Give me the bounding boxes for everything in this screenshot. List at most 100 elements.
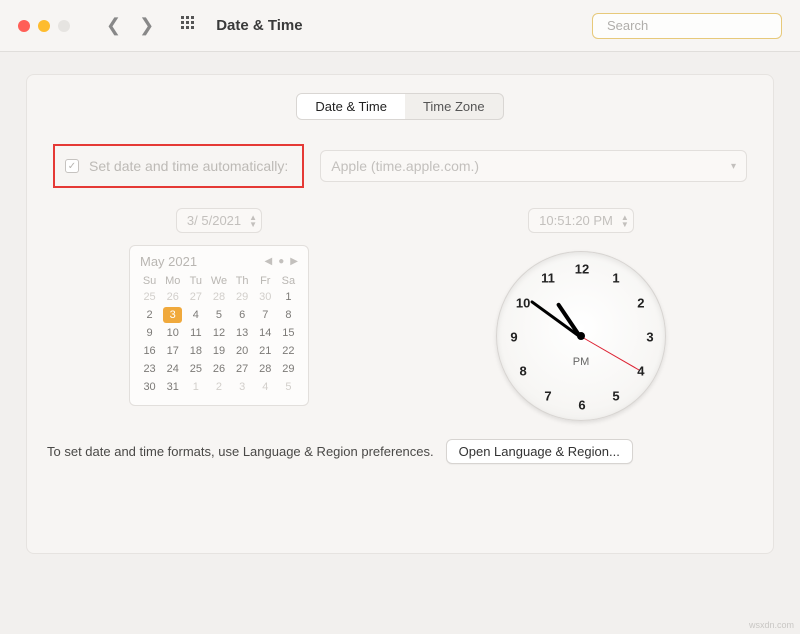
clock-number: 6 (578, 398, 585, 413)
cal-day[interactable]: 20 (233, 343, 252, 359)
time-server-dropdown[interactable]: Apple (time.apple.com.) ▾ (320, 150, 747, 182)
forward-button[interactable]: ❯ (139, 15, 154, 36)
cal-today-icon[interactable]: ● (278, 256, 284, 267)
clock-number: 10 (516, 296, 530, 311)
cal-day[interactable]: 4 (186, 307, 205, 323)
analog-clock: PM 121234567891011 (496, 251, 666, 421)
cal-prev-icon[interactable]: ◀ (265, 256, 273, 267)
chevron-down-icon: ▾ (731, 161, 736, 172)
cal-day[interactable]: 15 (279, 325, 298, 341)
cal-day[interactable]: 2 (140, 307, 159, 323)
cal-day[interactable]: 28 (209, 289, 228, 305)
cal-dow: Su (140, 275, 159, 287)
watermark: wsxdn.com (749, 620, 794, 630)
cal-day[interactable]: 11 (186, 325, 205, 341)
tab-group: Date & Time Time Zone (296, 93, 503, 120)
clock-number: 11 (541, 271, 555, 286)
window-title: Date & Time (216, 17, 302, 34)
cal-next-icon[interactable]: ▶ (290, 256, 298, 267)
tab-date-time[interactable]: Date & Time (297, 94, 405, 119)
cal-day[interactable]: 17 (163, 343, 182, 359)
cal-dow: We (209, 275, 228, 287)
window-controls (18, 20, 70, 32)
cal-day[interactable]: 10 (163, 325, 182, 341)
titlebar: ❮ ❯ Date & Time (0, 0, 800, 52)
clock-number: 9 (510, 330, 517, 345)
search-input[interactable] (607, 18, 783, 33)
cal-day[interactable]: 13 (233, 325, 252, 341)
cal-day[interactable]: 28 (256, 361, 275, 377)
close-button[interactable] (18, 20, 30, 32)
cal-day[interactable]: 1 (279, 289, 298, 305)
clock-pin (577, 332, 585, 340)
clock-number: 7 (544, 388, 551, 403)
cal-day[interactable]: 5 (279, 379, 298, 395)
cal-day[interactable]: 3 (163, 307, 182, 323)
calendar-title: May 2021 (140, 254, 197, 269)
stepper-arrows[interactable]: ▲▼ (621, 214, 629, 228)
tab-time-zone[interactable]: Time Zone (405, 94, 503, 119)
cal-day[interactable]: 1 (186, 379, 205, 395)
cal-day[interactable]: 27 (233, 361, 252, 377)
clock-number: 8 (519, 364, 526, 379)
minimize-button[interactable] (38, 20, 50, 32)
date-value: 3/ 5/2021 (187, 213, 241, 228)
clock-number: 12 (575, 262, 589, 277)
cal-day[interactable]: 3 (233, 379, 252, 395)
highlight-box: ✓ Set date and time automatically: (53, 144, 304, 188)
cal-day[interactable]: 23 (140, 361, 159, 377)
cal-day[interactable]: 27 (186, 289, 205, 305)
auto-checkbox[interactable]: ✓ (65, 159, 79, 173)
cal-day[interactable]: 25 (140, 289, 159, 305)
back-button[interactable]: ❮ (106, 15, 121, 36)
cal-day[interactable]: 8 (279, 307, 298, 323)
time-server-value: Apple (time.apple.com.) (331, 158, 479, 174)
time-value: 10:51:20 PM (539, 213, 613, 228)
calendar: May 2021 ◀ ● ▶ SuMoTuWeThFrSa25262728293… (129, 245, 309, 406)
cal-dow: Sa (279, 275, 298, 287)
maximize-button[interactable] (58, 20, 70, 32)
cal-day[interactable]: 29 (233, 289, 252, 305)
cal-day[interactable]: 22 (279, 343, 298, 359)
cal-day[interactable]: 9 (140, 325, 159, 341)
cal-day[interactable]: 25 (186, 361, 205, 377)
cal-dow: Tu (186, 275, 205, 287)
cal-day[interactable]: 5 (209, 307, 228, 323)
cal-dow: Fr (256, 275, 275, 287)
cal-day[interactable]: 29 (279, 361, 298, 377)
cal-day[interactable]: 4 (256, 379, 275, 395)
stepper-arrows[interactable]: ▲▼ (249, 214, 257, 228)
all-prefs-icon[interactable] (180, 15, 196, 36)
cal-day[interactable]: 19 (209, 343, 228, 359)
clock-number: 5 (612, 388, 619, 403)
cal-day[interactable]: 21 (256, 343, 275, 359)
footer-text: To set date and time formats, use Langua… (47, 444, 434, 459)
cal-dow: Th (233, 275, 252, 287)
cal-day[interactable]: 26 (163, 289, 182, 305)
cal-day[interactable]: 30 (140, 379, 159, 395)
cal-day[interactable]: 24 (163, 361, 182, 377)
clock-number: 1 (612, 271, 619, 286)
nav-arrows: ❮ ❯ (106, 15, 154, 36)
time-stepper[interactable]: 10:51:20 PM ▲▼ (528, 208, 634, 233)
open-language-region-button[interactable]: Open Language & Region... (446, 439, 633, 464)
search-field[interactable] (592, 13, 782, 39)
cal-day[interactable]: 7 (256, 307, 275, 323)
cal-day[interactable]: 12 (209, 325, 228, 341)
clock-number: 3 (646, 330, 653, 345)
cal-day[interactable]: 30 (256, 289, 275, 305)
cal-day[interactable]: 14 (256, 325, 275, 341)
cal-day[interactable]: 16 (140, 343, 159, 359)
second-hand (581, 336, 640, 371)
date-stepper[interactable]: 3/ 5/2021 ▲▼ (176, 208, 262, 233)
cal-day[interactable]: 26 (209, 361, 228, 377)
cal-day[interactable]: 6 (233, 307, 252, 323)
preferences-panel: Date & Time Time Zone ✓ Set date and tim… (26, 74, 774, 554)
cal-dow: Mo (163, 275, 182, 287)
clock-number: 4 (637, 364, 644, 379)
cal-day[interactable]: 18 (186, 343, 205, 359)
auto-checkbox-label: Set date and time automatically: (89, 158, 288, 174)
cal-day[interactable]: 2 (209, 379, 228, 395)
clock-number: 2 (637, 296, 644, 311)
cal-day[interactable]: 31 (163, 379, 182, 395)
